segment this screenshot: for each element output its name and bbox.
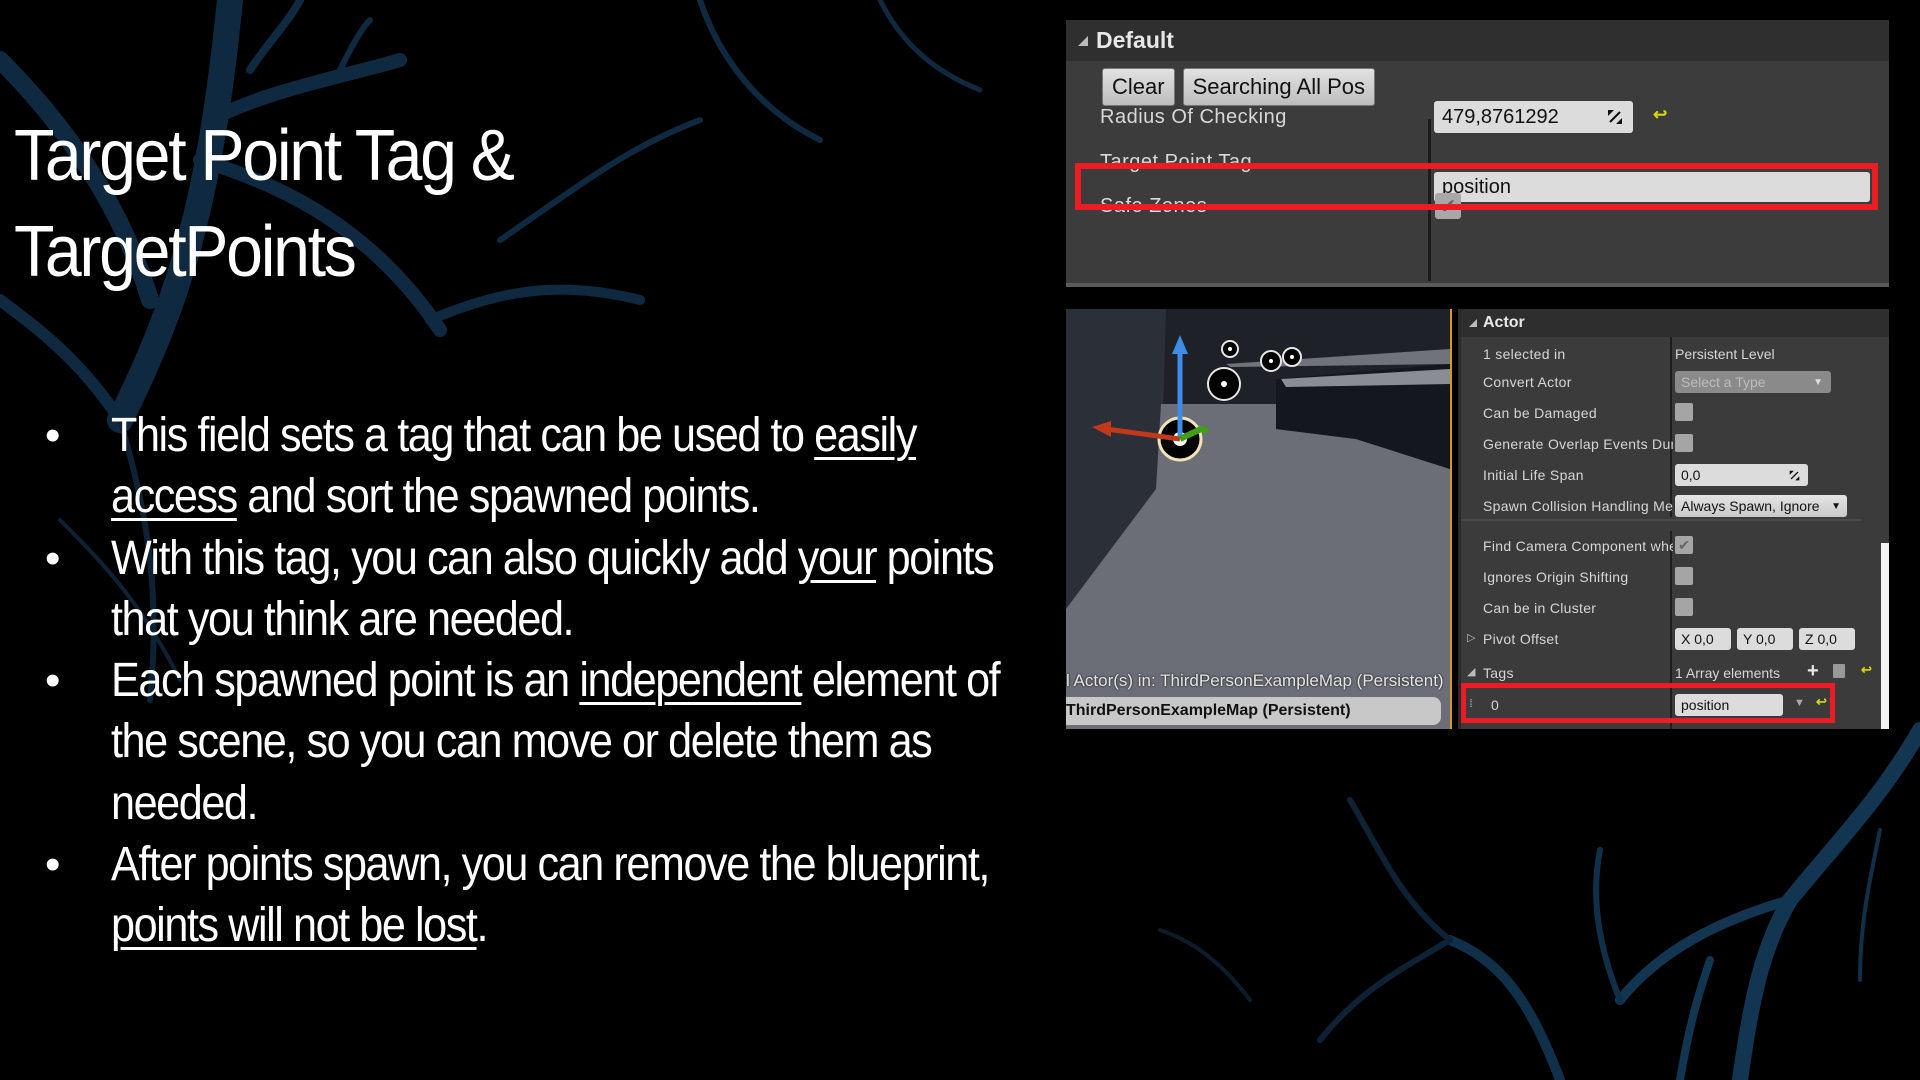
pivot-y-input[interactable]: Y 0,0 [1737,628,1793,650]
radius-of-checking-row: Radius Of Checking 479,8761292 ↩ [1066,95,1889,139]
collapse-triangle-icon[interactable]: ◢ [1467,665,1475,678]
can-be-damaged-checkbox[interactable] [1675,403,1693,421]
emphasized-text: independent [579,654,802,708]
bullet-text-segment: and sort the spawned points. [236,470,760,524]
bullet-text: With this tag, you can also quickly add … [111,528,1039,651]
level-viewport[interactable]: l Actor(s) in: ThirdPersonExampleMap (Pe… [1066,309,1452,729]
highlight-box-tags-element [1461,683,1835,723]
pivot-offset-label: Pivot Offset [1483,631,1559,647]
can-be-in-cluster-label: Can be in Cluster [1483,600,1597,616]
actor-header-label: Actor [1483,314,1525,331]
dropdown-arrow-icon: ▼ [1831,500,1841,512]
selected-in-label: 1 selected in [1483,346,1566,362]
add-element-icon[interactable]: + [1807,660,1819,683]
generate-overlap-checkbox[interactable] [1675,434,1693,452]
pivot-x-value: X 0,0 [1681,631,1714,647]
radius-of-checking-label: Radius Of Checking [1100,105,1287,128]
spawn-collision-value: Always Spawn, Ignore [1681,498,1820,514]
dropdown-arrow-icon: ▼ [1813,376,1823,388]
collapse-triangle-icon[interactable] [1469,319,1477,327]
bullet-icon: • [45,656,60,706]
initial-life-span-value: 0,0 [1681,467,1701,483]
bullet-item: • This field sets a tag that can be used … [0,405,1040,528]
bullet-icon: • [45,411,60,460]
emphasized-text: points will not be lost [111,899,478,953]
bullet-text-segment: Each spawned point is an [111,654,580,708]
bullet-text-segment: After points spawn, you can remove the b… [111,838,990,892]
selected-in-row: 1 selected in Persistent Level [1461,339,1889,369]
generate-overlap-label: Generate Overlap Events During Level Str… [1483,436,1673,452]
generate-overlap-row: Generate Overlap Events During Level Str… [1461,429,1889,459]
bullet-item: • With this tag, you can also quickly add… [0,528,1040,651]
spawn-collision-row: Spawn Collision Handling Method Always S… [1461,491,1889,521]
bullet-icon: • [45,840,60,890]
initial-life-span-row: Initial Life Span 0,0 [1461,460,1889,490]
find-camera-row: Find Camera Component when ViewTarget ✔ [1461,531,1889,561]
ignores-origin-checkbox[interactable] [1675,567,1693,585]
pivot-z-value: Z 0,0 [1805,631,1837,647]
slide-title: Target Point Tag & TargetPoints [14,108,515,300]
default-details-panel: Default Clear Searching All Pos Radius O… [1066,20,1889,287]
spin-drag-icon[interactable] [1789,470,1800,481]
ignores-origin-row: Ignores Origin Shifting [1461,562,1889,592]
convert-actor-value: Select a Type [1681,374,1766,390]
pivot-y-value: Y 0,0 [1743,631,1776,647]
bullet-text: After points spawn, you can remove the b… [111,834,1039,957]
bullet-item: • Each spawned point is an independent el… [0,650,1040,834]
pivot-offset-row: ▷ Pivot Offset X 0,0 Y 0,0 Z 0,0 [1461,624,1889,654]
spawn-collision-label: Spawn Collision Handling Method [1483,498,1673,514]
default-header-label: Default [1096,27,1174,53]
can-be-damaged-label: Can be Damaged [1483,405,1597,421]
ignores-origin-label: Ignores Origin Shifting [1483,569,1629,585]
can-be-in-cluster-checkbox[interactable] [1675,598,1693,616]
default-category-header[interactable]: Default [1066,20,1889,61]
tags-count: 1 Array elements [1675,665,1781,681]
bullet-list: • This field sets a tag that can be used … [0,405,1040,957]
convert-actor-dropdown[interactable]: Select a Type ▼ [1675,371,1831,393]
radius-of-checking-input[interactable]: 479,8761292 [1434,101,1633,133]
reset-to-default-icon[interactable]: ↩ [1861,662,1872,678]
expand-triangle-icon[interactable]: ▷ [1467,631,1475,644]
bullet-icon: • [45,533,60,583]
can-be-in-cluster-row: Can be in Cluster [1461,593,1889,623]
bullet-item: • After points spawn, you can remove the … [0,834,1040,957]
bullet-text: This field sets a tag that can be used t… [111,405,1039,528]
selected-in-value: Persistent Level [1675,346,1775,362]
viewport-status-text: l Actor(s) in: ThirdPersonExampleMap (Pe… [1066,671,1444,690]
bullet-text-segment: . [476,899,488,953]
convert-actor-label: Convert Actor [1483,374,1572,390]
find-camera-label: Find Camera Component when ViewTarget [1483,538,1673,554]
current-level-bar[interactable]: ThirdPersonExampleMap (Persistent) [1066,697,1441,725]
emphasized-text: your [797,531,878,585]
tags-label: Tags [1483,665,1514,681]
find-camera-checkbox[interactable]: ✔ [1675,536,1693,554]
spawn-collision-dropdown[interactable]: Always Spawn, Ignore ▼ [1675,495,1847,517]
trash-icon[interactable] [1833,664,1845,678]
bullet-text-segment: This field sets a tag that can be used t… [111,409,815,462]
initial-life-span-input[interactable]: 0,0 [1675,464,1808,486]
can-be-damaged-row: Can be Damaged [1461,398,1889,428]
slide-title-line-2: TargetPoints [14,212,357,292]
initial-life-span-label: Initial Life Span [1483,467,1584,483]
details-scrollbar[interactable] [1881,543,1889,729]
slide-title-line-1: Target Point Tag & [14,116,515,196]
pivot-x-input[interactable]: X 0,0 [1675,628,1731,650]
pivot-z-input[interactable]: Z 0,0 [1799,628,1855,650]
actor-category-header[interactable]: Actor [1461,309,1889,337]
bullet-text: Each spawned point is an independent ele… [111,650,1039,834]
collapse-triangle-icon[interactable] [1078,35,1088,46]
highlight-box-target-point-tag [1075,163,1878,210]
convert-actor-row: Convert Actor Select a Type ▼ [1461,367,1889,397]
actor-details-panel: Actor 1 selected in Persistent Level Con… [1458,309,1889,729]
radius-value-text: 479,8761292 [1442,105,1559,128]
spin-drag-icon[interactable] [1607,109,1623,125]
bullet-text-segment: With this tag, you can also quickly add [111,531,798,585]
reset-to-default-icon[interactable]: ↩ [1653,105,1667,125]
viewport-scene [1066,309,1450,729]
